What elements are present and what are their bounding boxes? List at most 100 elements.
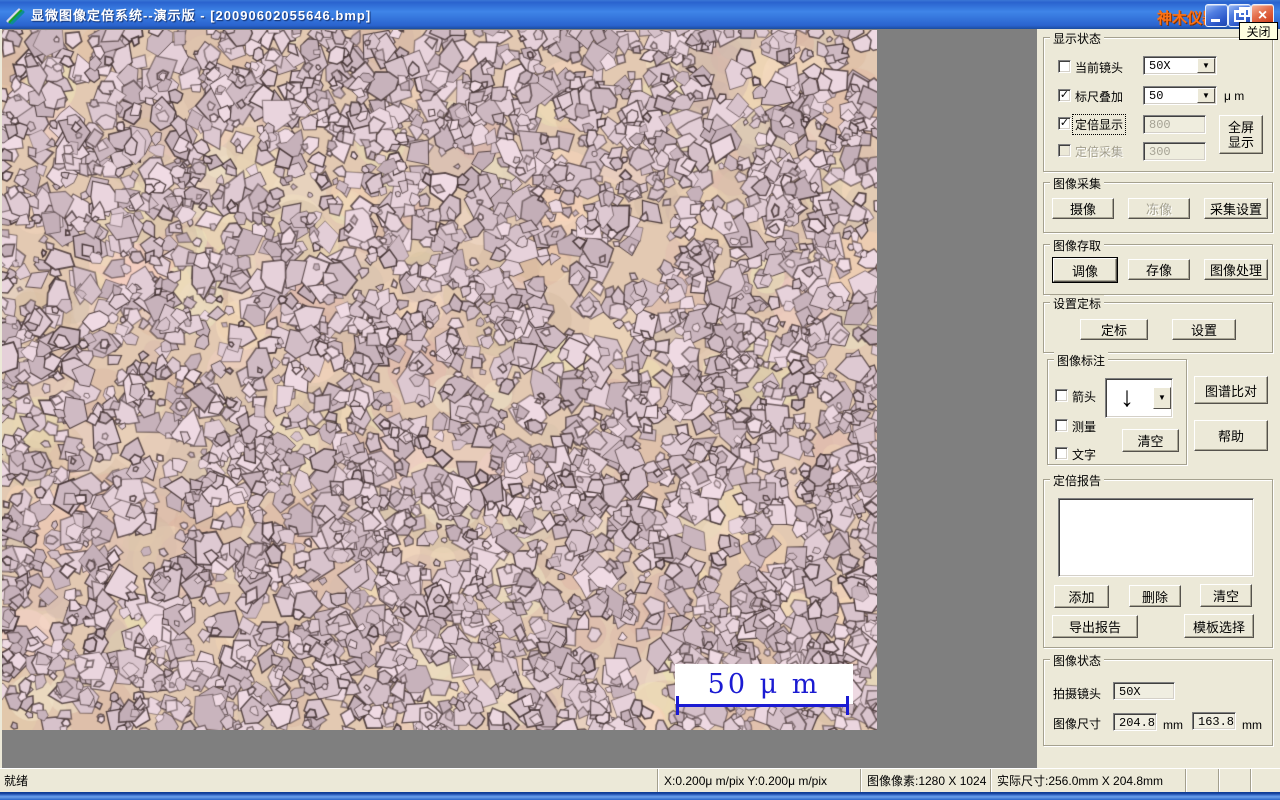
shoot-lens-value: 50X — [1119, 685, 1141, 699]
group-title-report: 定倍报告 — [1050, 472, 1105, 489]
help-button[interactable]: 帮助 — [1194, 420, 1268, 451]
chevron-down-icon: ▼ — [1202, 60, 1210, 70]
group-image-capture: 图像采集 摄像 冻像 采集设置 — [1043, 175, 1273, 233]
minimize-icon — [1211, 19, 1220, 22]
current-lens-dropdown-button[interactable]: ▼ — [1197, 58, 1215, 73]
status-empty-1 — [1185, 769, 1218, 792]
calibrate-button[interactable]: 定标 — [1080, 319, 1148, 340]
window-title: 显微图像定倍系统--演示版 - [20090602055646.bmp] — [31, 8, 372, 23]
chevron-down-icon: ▼ — [1158, 393, 1166, 402]
scalebar-label: 50 μ m — [707, 668, 821, 700]
fixed-display-label: 定倍显示 — [1071, 114, 1127, 135]
image-width-field[interactable]: 204.8 — [1113, 713, 1157, 731]
group-title-calibration: 设置定标 — [1050, 295, 1105, 312]
fixed-capture-checkbox — [1058, 144, 1071, 157]
measure-label: 测量 — [1072, 420, 1097, 434]
shoot-lens-label: 拍摄镜头 — [1053, 687, 1102, 701]
report-export-button[interactable]: 导出报告 — [1052, 615, 1138, 638]
atlas-compare-button[interactable]: 图谱比对 — [1194, 376, 1268, 404]
image-width-value: 204.8 — [1119, 716, 1156, 730]
status-actual-size: 实际尺寸:256.0mm X 204.8mm — [990, 769, 1185, 792]
restore-icon — [1234, 7, 1250, 22]
fixed-capture-field: 300 — [1143, 142, 1206, 161]
current-lens-checkbox[interactable] — [1058, 60, 1071, 73]
status-bar: 就绪 X:0.200μ m/pix Y:0.200μ m/pix 图像像素:12… — [0, 768, 1280, 792]
measure-checkbox[interactable] — [1055, 419, 1068, 432]
current-lens-value: 50X — [1149, 59, 1171, 73]
check-icon: ✓ — [1059, 116, 1070, 129]
control-panel: 显示状态 当前镜头 50X ▼ ✓ 标尺叠加 50 ▼ μ m ✓ 定倍显示 8… — [1037, 29, 1280, 768]
image-height-value: 163.8 — [1198, 715, 1235, 729]
arrow-label: 箭头 — [1072, 390, 1097, 404]
fixed-display-field[interactable]: 800 — [1143, 115, 1206, 134]
current-lens-combo[interactable]: 50X ▼ — [1143, 56, 1217, 75]
group-title-display-status: 显示状态 — [1050, 30, 1105, 47]
load-image-button[interactable]: 调像 — [1053, 258, 1117, 282]
scale-overlay-label: 标尺叠加 — [1075, 90, 1124, 104]
fixed-display-checkbox[interactable]: ✓ — [1058, 117, 1071, 130]
group-image-storage: 图像存取 调像 存像 图像处理 — [1043, 237, 1273, 295]
calibration-setup-button[interactable]: 设置 — [1172, 319, 1236, 340]
fullscreen-button[interactable]: 全屏 显示 — [1219, 115, 1263, 154]
app-window: 显微图像定倍系统--演示版 - [20090602055646.bmp] 神木仪… — [0, 0, 1280, 800]
status-image-pixels: 图像像素:1280 X 1024 — [860, 769, 990, 792]
status-pixel-scale: X:0.200μ m/pix Y:0.200μ m/pix — [657, 769, 860, 792]
report-delete-button[interactable]: 删除 — [1129, 585, 1181, 607]
group-image-status: 图像状态 拍摄镜头 50X 图像尺寸 204.8 mm 163.8 mm — [1043, 652, 1273, 746]
scale-overlay-value: 50 — [1149, 89, 1164, 103]
arrow-style-combo[interactable]: ↓ ▼ — [1105, 378, 1173, 418]
fixed-display-value: 800 — [1149, 118, 1171, 132]
arrow-checkbox[interactable] — [1055, 389, 1068, 402]
arrow-style-dropdown-button[interactable]: ▼ — [1153, 387, 1171, 409]
minimize-button[interactable] — [1205, 4, 1228, 27]
image-process-button[interactable]: 图像处理 — [1204, 259, 1268, 280]
group-title-annotation: 图像标注 — [1054, 352, 1109, 369]
status-empty-2 — [1218, 769, 1250, 792]
image-height-field[interactable]: 163.8 — [1192, 712, 1236, 730]
group-title-image-storage: 图像存取 — [1050, 237, 1105, 254]
group-title-image-status: 图像状态 — [1050, 652, 1105, 669]
image-height-unit: mm — [1242, 718, 1262, 732]
check-icon: ✓ — [1059, 88, 1070, 101]
text-checkbox[interactable] — [1055, 447, 1068, 460]
scalebar-box: 50 μ m — [675, 664, 853, 704]
titlebar[interactable]: 显微图像定倍系统--演示版 - [20090602055646.bmp] 神木仪… — [0, 0, 1280, 29]
shoot-lens-field[interactable]: 50X — [1113, 682, 1175, 700]
micrograph-image[interactable] — [2, 30, 877, 730]
scale-overlay-combo[interactable]: 50 ▼ — [1143, 86, 1217, 105]
app-icon — [5, 5, 25, 25]
fullscreen-button-line1: 全屏 — [1227, 119, 1254, 135]
report-add-button[interactable]: 添加 — [1054, 585, 1109, 608]
scale-overlay-checkbox[interactable]: ✓ — [1058, 89, 1071, 102]
capture-button[interactable]: 摄像 — [1052, 198, 1114, 219]
fixed-capture-label: 定倍采集 — [1075, 145, 1124, 159]
scale-overlay-unit: μ m — [1224, 89, 1245, 103]
text-label: 文字 — [1072, 448, 1097, 462]
scalebar-tick-left — [676, 696, 679, 715]
image-width-unit: mm — [1163, 718, 1183, 732]
report-clear-button[interactable]: 清空 — [1200, 584, 1252, 607]
fullscreen-button-line2: 显示 — [1227, 134, 1254, 150]
current-lens-label: 当前镜头 — [1075, 61, 1124, 75]
report-template-button[interactable]: 模板选择 — [1184, 614, 1254, 638]
chevron-down-icon: ▼ — [1202, 90, 1210, 100]
fixed-capture-value: 300 — [1149, 145, 1171, 159]
freeze-button: 冻像 — [1128, 198, 1190, 219]
window-bottom-edge — [0, 792, 1280, 800]
group-report: 定倍报告 添加 删除 清空 导出报告 模板选择 — [1043, 472, 1273, 648]
report-listbox[interactable] — [1058, 498, 1254, 577]
group-display-status: 显示状态 当前镜头 50X ▼ ✓ 标尺叠加 50 ▼ μ m ✓ 定倍显示 8… — [1043, 30, 1273, 172]
close-tooltip: 关闭 — [1239, 22, 1278, 40]
status-ready: 就绪 — [4, 774, 29, 788]
scalebar-tick-right — [846, 696, 849, 715]
group-title-image-capture: 图像采集 — [1050, 175, 1105, 192]
image-viewport: 50 μ m — [0, 29, 1037, 768]
annotation-clear-button[interactable]: 清空 — [1122, 429, 1179, 452]
image-size-label: 图像尺寸 — [1053, 717, 1102, 731]
group-annotation: 图像标注 箭头 测量 文字 ↓ ▼ 清空 — [1047, 352, 1187, 465]
save-image-button[interactable]: 存像 — [1128, 259, 1190, 280]
capture-settings-button[interactable]: 采集设置 — [1204, 198, 1268, 219]
arrow-style-icon: ↓ — [1120, 381, 1134, 412]
status-empty-3 — [1250, 769, 1280, 792]
scale-overlay-dropdown-button[interactable]: ▼ — [1197, 88, 1215, 103]
